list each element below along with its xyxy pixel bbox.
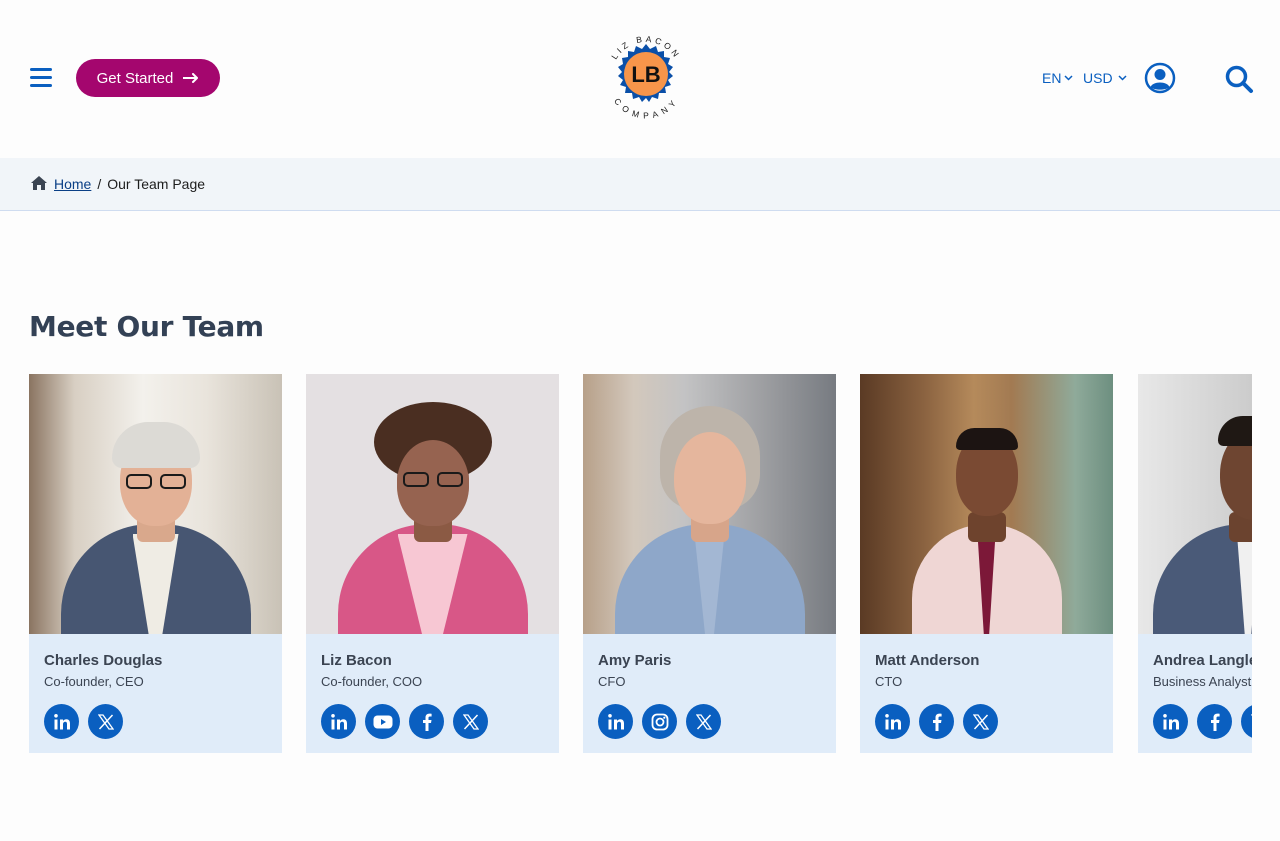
site-header: Get Started LIZ BACON COMPANY LB EN USD: [0, 0, 1280, 158]
member-role: CTO: [875, 674, 903, 689]
search-icon[interactable]: [1224, 64, 1254, 94]
member-name: Liz Bacon: [321, 652, 392, 669]
breadcrumb-separator: /: [97, 176, 102, 192]
team-photo: [860, 374, 1113, 634]
member-role: Business Analyst: [1153, 674, 1252, 689]
x-icon[interactable]: [1241, 704, 1252, 739]
linkedin-icon[interactable]: [1153, 704, 1188, 739]
member-role: Co-founder, COO: [321, 674, 423, 689]
x-icon[interactable]: [686, 704, 721, 739]
youtube-icon[interactable]: [365, 704, 400, 739]
language-value: EN: [1042, 70, 1062, 86]
svg-text:LB: LB: [631, 62, 660, 87]
hamburger-menu-icon[interactable]: [30, 68, 52, 88]
x-icon[interactable]: [963, 704, 998, 739]
team-photo: [583, 374, 836, 634]
team-photo: [29, 374, 282, 634]
x-icon[interactable]: [88, 704, 123, 739]
chevron-down-icon: [1064, 75, 1073, 81]
team-photo: [1138, 374, 1252, 634]
social-links: [598, 704, 821, 739]
facebook-icon[interactable]: [919, 704, 954, 739]
breadcrumb-home-link[interactable]: Home: [54, 176, 91, 192]
social-links: [321, 704, 544, 739]
team-card-amy-paris: Amy Paris CFO: [583, 374, 836, 753]
breadcrumb-current: Our Team Page: [107, 176, 206, 192]
team-photo: [306, 374, 559, 634]
linkedin-icon[interactable]: [44, 704, 79, 739]
member-name: Matt Anderson: [875, 652, 980, 669]
facebook-icon[interactable]: [1197, 704, 1232, 739]
facebook-icon[interactable]: [409, 704, 444, 739]
member-name: Amy Paris: [598, 652, 672, 669]
social-links: [1153, 704, 1252, 739]
user-account-icon[interactable]: [1144, 62, 1176, 94]
arrow-right-icon: [183, 73, 199, 83]
instagram-icon[interactable]: [642, 704, 677, 739]
member-role: Co-founder, CEO: [44, 674, 144, 689]
page-title: Meet Our Team: [29, 310, 264, 343]
currency-value: USD: [1083, 70, 1113, 86]
language-selector[interactable]: EN: [1042, 70, 1073, 86]
team-card-matt-anderson: Matt Anderson CTO: [860, 374, 1113, 753]
get-started-label: Get Started: [96, 69, 174, 87]
x-icon[interactable]: [453, 704, 488, 739]
currency-selector[interactable]: USD: [1083, 70, 1127, 86]
member-name: Andrea Langley: [1153, 652, 1252, 669]
team-card-charles-douglas: Charles Douglas Co-founder, CEO: [29, 374, 282, 753]
linkedin-icon[interactable]: [875, 704, 910, 739]
breadcrumb: Home / Our Team Page: [0, 158, 1280, 211]
member-role: CFO: [598, 674, 626, 689]
company-logo[interactable]: LIZ BACON COMPANY LB: [604, 30, 688, 122]
team-carousel: Charles Douglas Co-founder, CEO Liz Baco…: [29, 374, 1252, 754]
svg-text:COMPANY: COMPANY: [612, 96, 680, 120]
member-name: Charles Douglas: [44, 652, 163, 669]
linkedin-icon[interactable]: [598, 704, 633, 739]
linkedin-icon[interactable]: [321, 704, 356, 739]
social-links: [44, 704, 267, 739]
home-icon[interactable]: [30, 175, 48, 194]
team-card-liz-bacon: Liz Bacon Co-founder, COO: [306, 374, 559, 753]
social-links: [875, 704, 1098, 739]
chevron-down-icon: [1118, 75, 1127, 81]
team-card-andrea-langley: Andrea Langley Business Analyst: [1138, 374, 1252, 753]
get-started-button[interactable]: Get Started: [76, 59, 220, 97]
